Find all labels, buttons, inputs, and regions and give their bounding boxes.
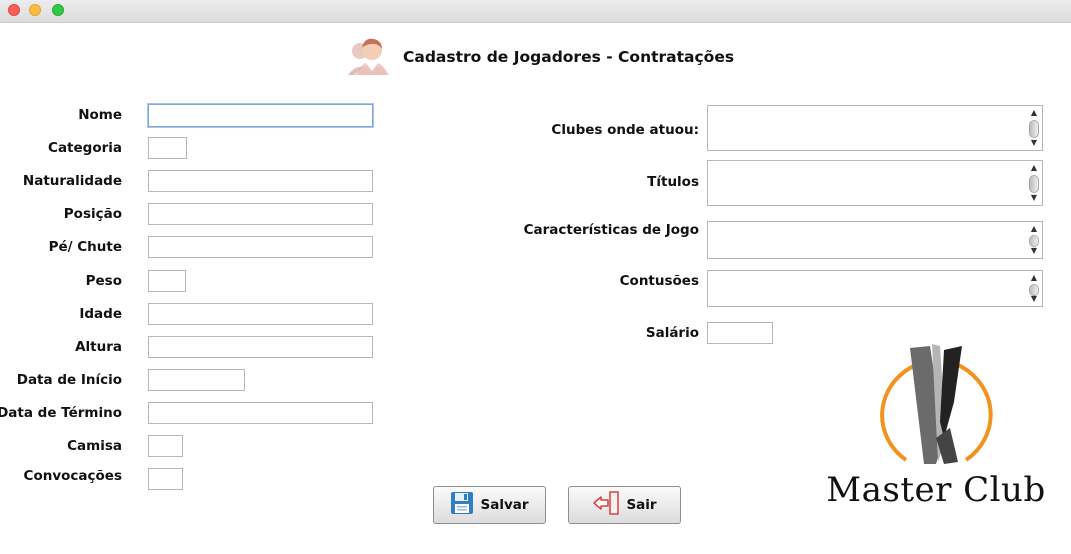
nome-field[interactable] xyxy=(148,104,373,127)
data-termino-label: Data de Término xyxy=(0,405,122,421)
naturalidade-input[interactable] xyxy=(149,172,372,192)
convocacoes-input[interactable] xyxy=(149,470,182,490)
camisa-label: Camisa xyxy=(67,438,122,454)
posicao-label: Posição xyxy=(63,206,122,222)
caracteristicas-label: Características de Jogo xyxy=(523,222,699,238)
clubes-scrollbar[interactable]: ▲ ▼ xyxy=(1028,108,1040,148)
player-avatar-icon xyxy=(348,35,398,79)
convocacoes-label: Convocações xyxy=(23,468,122,484)
scroll-down-arrow-icon[interactable]: ▼ xyxy=(1028,246,1040,256)
pe-chute-field[interactable] xyxy=(148,236,373,258)
altura-input[interactable] xyxy=(149,338,372,358)
camisa-input[interactable] xyxy=(149,437,182,457)
data-inicio-input[interactable] xyxy=(149,371,244,391)
titulos-label: Títulos xyxy=(647,174,699,190)
scroll-thumb[interactable] xyxy=(1029,120,1039,138)
altura-label: Altura xyxy=(75,339,122,355)
sair-button-label: Sair xyxy=(626,497,657,513)
posicao-field[interactable] xyxy=(148,203,373,225)
contusoes-scrollbar[interactable]: ▲ ▼ xyxy=(1028,273,1040,304)
convocacoes-field[interactable] xyxy=(148,468,183,490)
nome-label: Nome xyxy=(78,107,122,123)
window-titlebar xyxy=(0,0,1071,23)
contusoes-label: Contusões xyxy=(619,273,699,289)
exit-door-icon xyxy=(592,490,620,520)
nome-input[interactable] xyxy=(149,105,372,127)
maximize-window-button[interactable] xyxy=(52,4,64,16)
logo-text: Master Club xyxy=(826,470,1046,510)
contusoes-textarea[interactable]: ▲ ▼ xyxy=(707,270,1043,307)
pe-chute-input[interactable] xyxy=(149,238,372,258)
data-inicio-label: Data de Início xyxy=(16,372,122,388)
scroll-thumb[interactable] xyxy=(1029,175,1039,193)
clubes-label: Clubes onde atuou: xyxy=(551,122,699,138)
scroll-up-arrow-icon[interactable]: ▲ xyxy=(1028,163,1040,173)
posicao-input[interactable] xyxy=(149,205,372,225)
salvar-button[interactable]: Salvar xyxy=(433,486,546,524)
scroll-up-arrow-icon[interactable]: ▲ xyxy=(1028,273,1040,283)
naturalidade-label: Naturalidade xyxy=(22,173,122,189)
salario-input[interactable] xyxy=(708,324,772,344)
scroll-down-arrow-icon[interactable]: ▼ xyxy=(1028,138,1040,148)
naturalidade-field[interactable] xyxy=(148,170,373,192)
data-inicio-field[interactable] xyxy=(148,369,245,391)
salario-field[interactable] xyxy=(707,322,773,344)
peso-input[interactable] xyxy=(149,272,185,292)
idade-field[interactable] xyxy=(148,303,373,325)
titulos-textarea[interactable]: ▲ ▼ xyxy=(707,160,1043,206)
data-termino-field[interactable] xyxy=(148,402,373,424)
data-termino-input[interactable] xyxy=(149,404,372,424)
caracteristicas-textarea[interactable]: ▲ ▼ xyxy=(707,221,1043,259)
idade-label: Idade xyxy=(79,306,122,322)
caracteristicas-scrollbar[interactable]: ▲ ▼ xyxy=(1028,224,1040,256)
peso-field[interactable] xyxy=(148,270,186,292)
peso-label: Peso xyxy=(85,273,122,289)
scroll-up-arrow-icon[interactable]: ▲ xyxy=(1028,224,1040,234)
sair-button[interactable]: Sair xyxy=(568,486,681,524)
salario-label: Salário xyxy=(645,325,699,341)
master-club-logo: Master Club xyxy=(826,342,1046,517)
camisa-field[interactable] xyxy=(148,435,183,457)
floppy-disk-icon xyxy=(450,491,474,519)
minimize-window-button[interactable] xyxy=(29,4,41,16)
form-header: Cadastro de Jogadores - Contratações xyxy=(348,37,734,77)
categoria-field[interactable] xyxy=(148,137,187,159)
scroll-down-arrow-icon[interactable]: ▼ xyxy=(1028,294,1040,304)
page-title: Cadastro de Jogadores - Contratações xyxy=(403,48,735,66)
idade-input[interactable] xyxy=(149,305,372,325)
categoria-input[interactable] xyxy=(149,139,186,159)
categoria-label: Categoria xyxy=(48,140,122,156)
scroll-up-arrow-icon[interactable]: ▲ xyxy=(1028,108,1040,118)
salvar-button-label: Salvar xyxy=(480,497,529,513)
clubes-textarea[interactable]: ▲ ▼ xyxy=(707,105,1043,151)
scroll-down-arrow-icon[interactable]: ▼ xyxy=(1028,193,1040,203)
titulos-scrollbar[interactable]: ▲ ▼ xyxy=(1028,163,1040,203)
master-club-emblem-icon xyxy=(880,344,993,464)
altura-field[interactable] xyxy=(148,336,373,358)
pe-chute-label: Pé/ Chute xyxy=(48,239,122,255)
close-window-button[interactable] xyxy=(8,4,20,16)
